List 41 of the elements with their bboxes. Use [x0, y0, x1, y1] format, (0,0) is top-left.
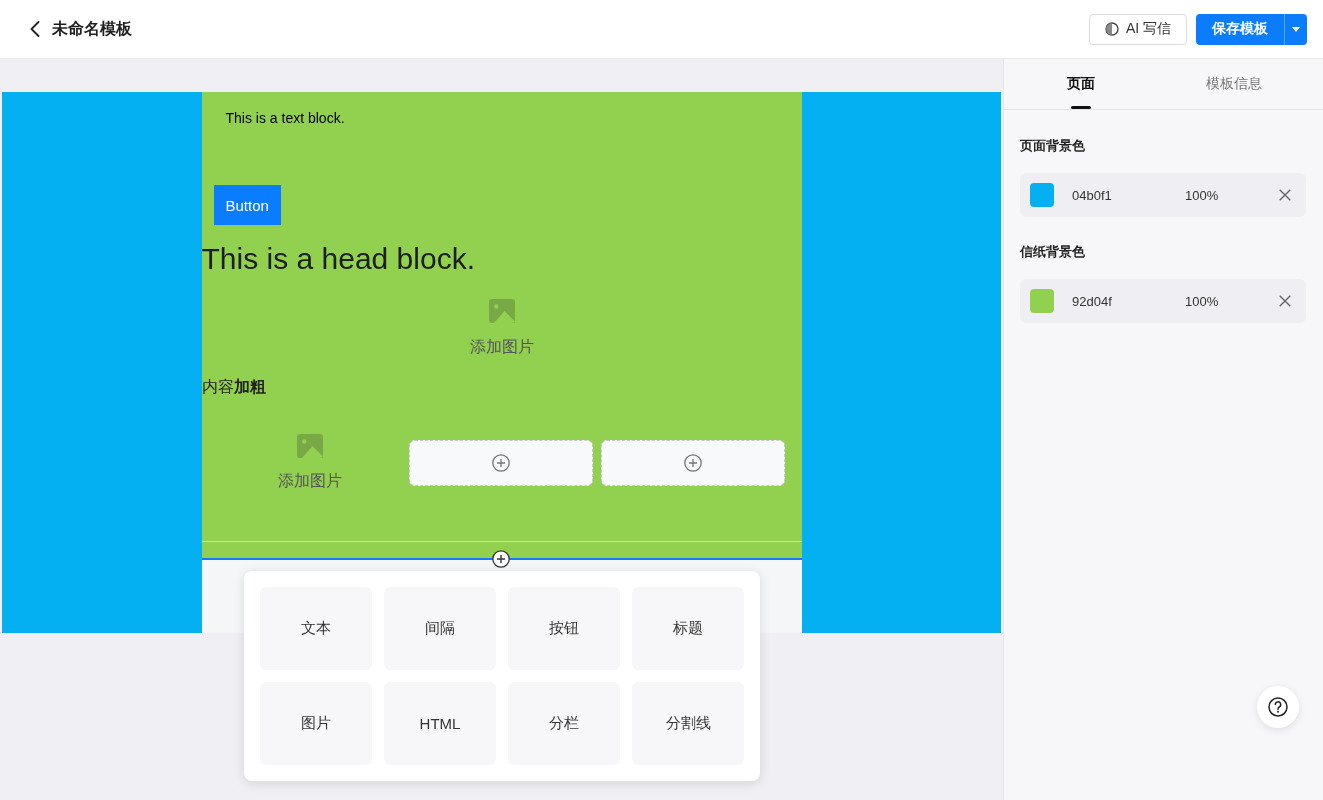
email-button[interactable]: Button — [213, 185, 281, 225]
color-hex-value: 92d04f — [1072, 293, 1113, 309]
panel-tab[interactable]: 页面 — [1004, 59, 1158, 109]
body-text: This is a text block. — [225, 110, 345, 126]
help-button[interactable] — [1257, 686, 1299, 728]
dropdown-button[interactable] — [1284, 13, 1307, 45]
chevron-left-icon — [30, 21, 40, 37]
opacity-value: 100% — [1185, 293, 1220, 309]
block-option[interactable]: 分割线 — [632, 682, 744, 765]
color-swatch[interactable] — [1030, 289, 1054, 313]
template-title: 未命名模板 — [52, 18, 132, 39]
block-option[interactable]: 分栏 — [508, 682, 620, 765]
close-icon — [1279, 189, 1291, 201]
block-option[interactable]: 间隔 — [384, 587, 496, 670]
heading-text: This is a head block. — [201, 242, 475, 275]
block-option[interactable]: HTML — [384, 682, 496, 765]
half-circle-icon — [1104, 22, 1119, 36]
section-label: 信纸背景色 — [1020, 243, 1085, 261]
block-option[interactable]: 标题 — [632, 587, 744, 670]
opacity-value: 100% — [1185, 187, 1220, 203]
image-placeholder[interactable]: 添加图片 — [277, 434, 342, 492]
back-button[interactable] — [30, 21, 40, 37]
color-hex-value: 04b0f1 — [1072, 187, 1113, 203]
image-icon — [296, 434, 323, 458]
image-icon — [488, 299, 515, 323]
section-label: 页面背景色 — [1020, 137, 1085, 155]
ai-write-button[interactable]: AI 写信 — [1088, 13, 1187, 45]
block-option[interactable]: 文本 — [260, 587, 372, 670]
plus-circle-icon — [491, 454, 510, 472]
image-placeholder[interactable]: 添加图片 — [469, 299, 534, 358]
save-button[interactable]: 保存模板 — [1196, 13, 1284, 45]
caret-down-icon — [1292, 26, 1300, 32]
paragraph-text: 内容加粗 — [201, 378, 266, 395]
close-icon — [1279, 295, 1291, 307]
panel-tab[interactable]: 模板信息 — [1157, 59, 1311, 109]
add-block-icon[interactable] — [491, 550, 510, 568]
color-swatch[interactable] — [1030, 183, 1054, 207]
help-icon — [1268, 697, 1288, 717]
block-option[interactable]: 按钮 — [508, 587, 620, 670]
plus-circle-icon — [683, 454, 702, 472]
block-option[interactable]: 图片 — [260, 682, 372, 765]
